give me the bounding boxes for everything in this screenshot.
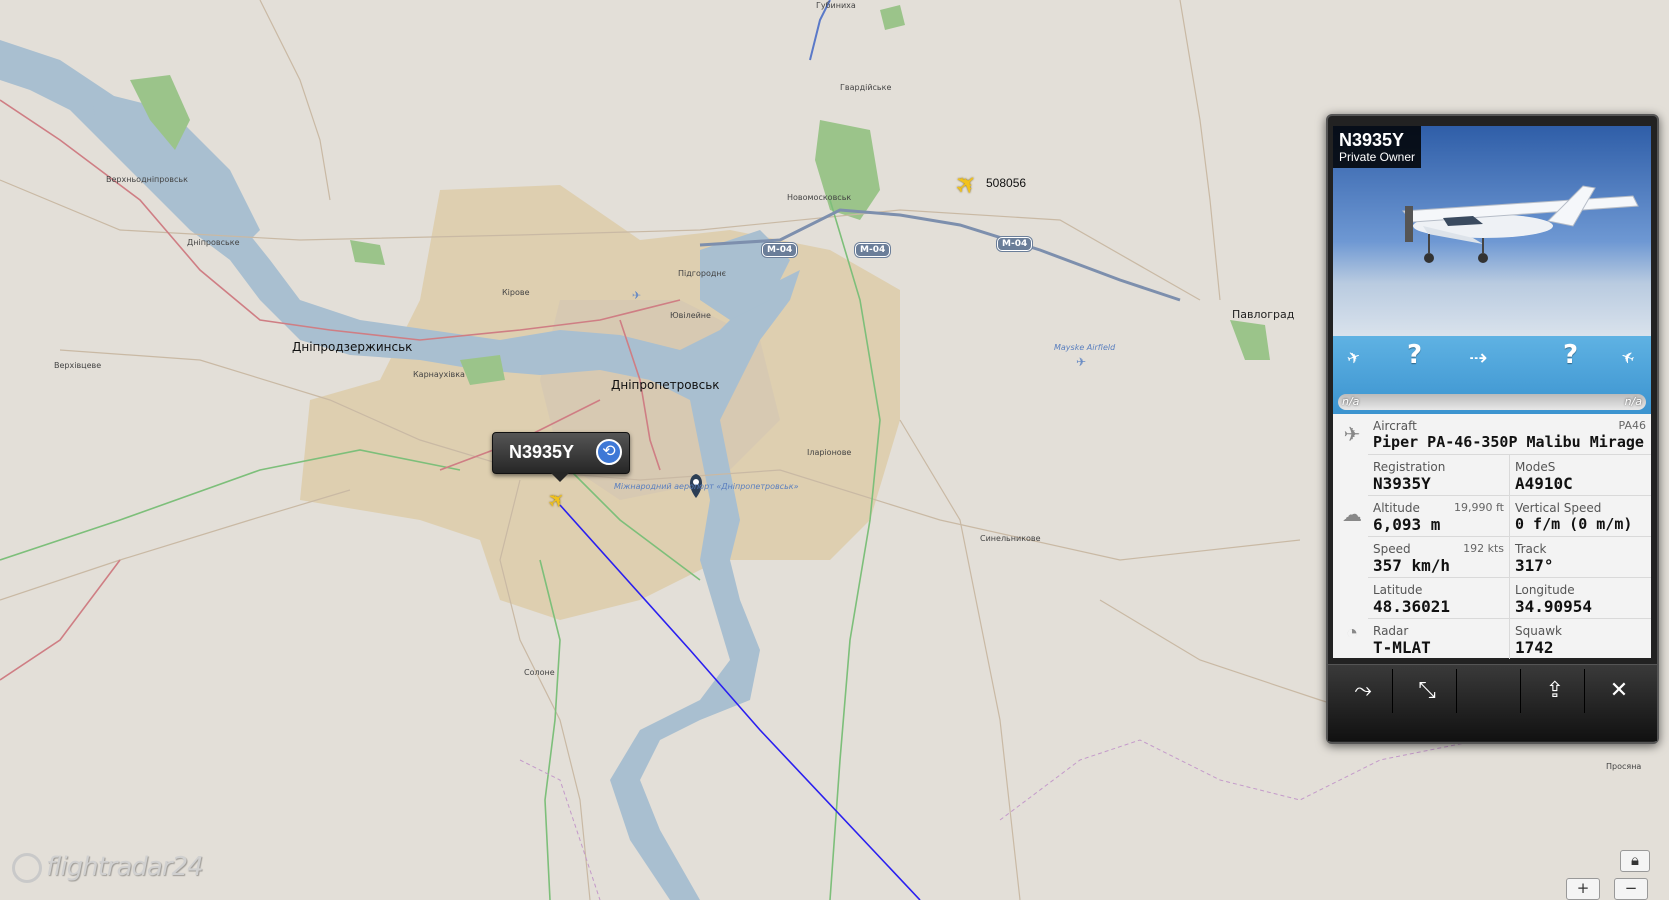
road-shield: M-04 bbox=[762, 243, 798, 257]
longitude-label: Longitude bbox=[1515, 583, 1575, 597]
aircraft-photo: N3935Y Private Owner bbox=[1333, 126, 1651, 336]
aircraft-cell: Aircraft PA46 Piper PA-46-350P Malibu Mi… bbox=[1368, 414, 1651, 454]
road-shield: M-04 bbox=[855, 243, 891, 257]
position-row: Latitude 48.36021 Longitude 34.90954 bbox=[1368, 578, 1651, 619]
aircraft-label: Aircraft bbox=[1373, 419, 1417, 433]
latitude-value: 48.36021 bbox=[1373, 597, 1451, 616]
panel-registration-title: N3935Y bbox=[1339, 130, 1405, 150]
zoom-out-button[interactable]: − bbox=[1614, 878, 1648, 900]
aircraft-code: PA46 bbox=[1618, 419, 1646, 432]
share-icon: ⇪ bbox=[1545, 678, 1565, 703]
takeoff-icon: ✈ bbox=[1344, 346, 1364, 369]
speed-row: Speed 192 kts 357 km/h Track 317° bbox=[1368, 537, 1651, 578]
close-panel-button[interactable]: ✕ bbox=[1590, 669, 1648, 713]
aircraft-type-icon: ✈ bbox=[1343, 424, 1361, 446]
city-label: Підгороднє bbox=[678, 269, 726, 278]
city-label: Ювілейне bbox=[670, 311, 711, 320]
landing-icon: ✈ bbox=[1618, 346, 1638, 369]
road-shield: M-04 bbox=[997, 237, 1033, 251]
city-label: Карнаухівка bbox=[413, 370, 465, 379]
zoom-in-button[interactable]: + bbox=[1566, 878, 1600, 900]
aircraft-callsign[interactable]: 508056 bbox=[986, 176, 1026, 190]
lock-button[interactable]: 🔒︎ bbox=[1620, 850, 1650, 872]
vertical-speed-label: Vertical Speed bbox=[1515, 501, 1602, 515]
selected-aircraft-callout[interactable]: N3935Y ⟲ bbox=[492, 432, 630, 482]
follow-aircraft-icon[interactable]: ⟲ bbox=[596, 439, 622, 465]
aircraft-name: Piper PA-46-350P Malibu Mirage bbox=[1373, 433, 1644, 451]
airfield-label: Mayske Airfield bbox=[1054, 343, 1116, 352]
speed-kmh: 357 km/h bbox=[1373, 556, 1451, 575]
panel-owner: Private Owner bbox=[1339, 150, 1416, 164]
modes-label: ModeS bbox=[1515, 460, 1556, 474]
flightradar24-logo: flightradar24 bbox=[12, 852, 204, 883]
altitude-row: Altitude 19,990 ft 6,093 m Vertical Speed 0… bbox=[1368, 496, 1651, 537]
city-label: Павлоград bbox=[1232, 308, 1295, 321]
city-label: Дніпропетровськ bbox=[611, 378, 720, 392]
aircraft-row: Aircraft PA46 Piper PA-46-350P Malibu Mi… bbox=[1368, 414, 1651, 455]
altitude-meters: 6,093 m bbox=[1373, 515, 1441, 534]
speed-knots: 192 kts bbox=[1463, 542, 1504, 555]
destination-time: n/a bbox=[1624, 395, 1642, 408]
modes-value: A4910C bbox=[1515, 474, 1573, 493]
share-button[interactable]: ⇪ bbox=[1526, 669, 1585, 713]
airport-label: Міжнародний аеропорт «Дніпропетровськ» bbox=[614, 482, 799, 491]
altitude-feet: 19,990 ft bbox=[1454, 501, 1504, 514]
lock-icon: 🔒︎ bbox=[1631, 851, 1639, 869]
city-label: Дніпродзержинськ bbox=[292, 340, 413, 354]
city-label: Синельникове bbox=[980, 534, 1041, 543]
registration-row: Registration N3935Y ModeS A4910C bbox=[1368, 455, 1651, 496]
city-label: Гвардійське bbox=[840, 83, 892, 92]
route-icon: ⤳ bbox=[1354, 678, 1372, 703]
radar-value: T-MLAT bbox=[1373, 638, 1431, 657]
weather-cloud-icon: ☁ bbox=[1342, 504, 1362, 526]
registration-value: N3935Y bbox=[1373, 474, 1431, 493]
close-icon: ✕ bbox=[1609, 678, 1629, 703]
registration-label: Registration bbox=[1373, 460, 1446, 474]
destination-airport: ? bbox=[1563, 340, 1579, 370]
logo-radar-icon bbox=[12, 852, 42, 883]
photo-header: N3935Y Private Owner bbox=[1333, 126, 1422, 168]
squawk-label: Squawk bbox=[1515, 624, 1562, 638]
squawk-value: 1742 bbox=[1515, 638, 1554, 657]
city-label: Новомосковськ bbox=[787, 193, 852, 202]
route-strip: ✈ ? ⇢ ? ✈ n/a n/a bbox=[1333, 336, 1651, 414]
altitude-label: Altitude bbox=[1373, 501, 1420, 515]
svg-text:✈: ✈ bbox=[1076, 355, 1086, 369]
speed-label: Speed bbox=[1373, 542, 1411, 556]
svg-text:✈: ✈ bbox=[632, 289, 641, 302]
radar-label: Radar bbox=[1373, 624, 1409, 638]
city-label: Просяна bbox=[1606, 762, 1642, 771]
flight-info-panel: N3935Y Private Owner ✈ ? ⇢ ? ✈ n/a n/a ✈… bbox=[1326, 114, 1659, 744]
city-label: Солоне bbox=[524, 668, 555, 677]
radar-dish-icon: ◔ bbox=[1345, 622, 1359, 644]
city-label: Дніпровське bbox=[187, 238, 240, 247]
origin-airport: ? bbox=[1407, 340, 1423, 370]
city-label: Губиниха bbox=[816, 1, 856, 10]
longitude-value: 34.90954 bbox=[1515, 597, 1593, 616]
latitude-label: Latitude bbox=[1373, 583, 1423, 597]
callout-callsign: N3935Y bbox=[509, 442, 575, 462]
empty-toolbar-slot bbox=[1462, 669, 1521, 713]
route-arrow-icon: ⇢ bbox=[1469, 346, 1488, 371]
track-label: Track bbox=[1515, 542, 1547, 556]
flight-progress-bar bbox=[1338, 394, 1646, 410]
radar-row: Radar T-MLAT Squawk 1742 bbox=[1368, 619, 1651, 659]
city-label: Верхньодніпровськ bbox=[106, 175, 188, 184]
collapse-panel-button[interactable]: ⤡ bbox=[1398, 669, 1457, 713]
city-label: Кірове bbox=[502, 288, 530, 297]
city-label: Верхівцеве bbox=[54, 361, 102, 370]
show-route-button[interactable]: ⤳ bbox=[1334, 669, 1393, 713]
collapse-icon: ⤡ bbox=[1418, 678, 1436, 703]
flight-details: ✈ ☁ ◔ Aircraft PA46 Piper PA-46-350P Mal… bbox=[1333, 414, 1651, 659]
city-label: Іларіонове bbox=[807, 448, 852, 457]
panel-toolbar: ⤳ ⤡ ⇪ ✕ bbox=[1328, 664, 1657, 741]
vertical-speed-value: 0 f/m (0 m/m) bbox=[1515, 515, 1633, 533]
track-value: 317° bbox=[1515, 556, 1554, 575]
origin-time: n/a bbox=[1342, 395, 1360, 408]
